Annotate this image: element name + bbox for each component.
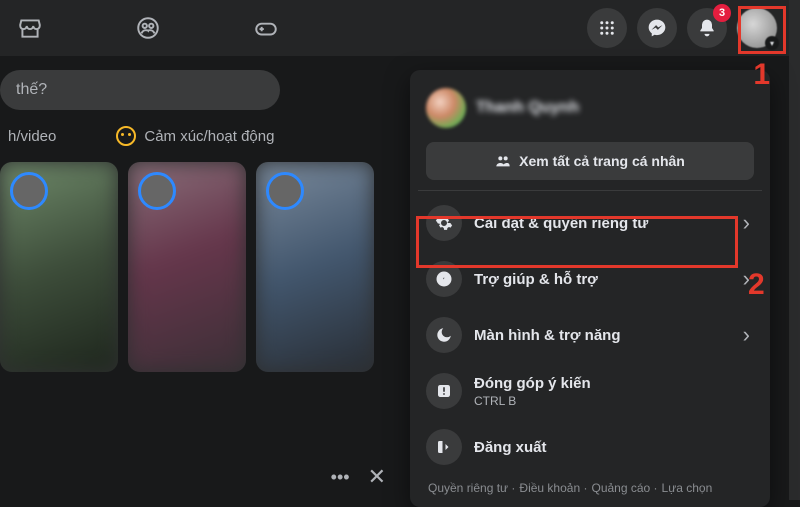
see-all-profiles-label: Xem tất cả trang cá nhân (519, 153, 685, 169)
composer-actions: h/video Cảm xúc/hoạt động (0, 110, 400, 162)
chevron-down-icon: ▾ (765, 36, 779, 50)
menu-grid-button[interactable] (587, 8, 627, 48)
feeling-activity-label: Cảm xúc/hoạt động (144, 128, 274, 145)
menu-help-support[interactable]: Trợ giúp & hỗ trợ › (418, 251, 762, 307)
menu-item-shortcut: CTRL B (474, 394, 591, 408)
story-avatar-ring (266, 172, 304, 210)
menu-settings-privacy[interactable]: Cài đặt & quyền riêng tư › (418, 195, 762, 251)
stories-row (0, 162, 400, 372)
topbar-right: 3 ▾ (587, 8, 777, 48)
chevron-right-icon: › (743, 266, 754, 292)
messenger-button[interactable] (637, 8, 677, 48)
dropdown-footer-links: Quyền riêng tư Điều khoản Quảng cáo Lựa … (418, 475, 762, 499)
divider (418, 190, 762, 191)
feed-left-area: thế? h/video Cảm xúc/hoạt động ••• ✕ (0, 56, 400, 500)
menu-item-label: Trợ giúp & hỗ trợ (474, 271, 598, 288)
story-card[interactable] (256, 162, 374, 372)
notification-badge: 3 (713, 4, 731, 22)
logout-icon (426, 429, 462, 465)
footer-link[interactable]: Quảng cáo (591, 481, 657, 495)
menu-display-accessibility[interactable]: Màn hình & trợ năng › (418, 307, 762, 363)
menu-item-label: Đăng xuất (474, 439, 547, 456)
story-avatar-ring (138, 172, 176, 210)
composer-input[interactable]: thế? (0, 70, 280, 110)
menu-item-text: Đóng góp ý kiến CTRL B (474, 375, 591, 408)
vertical-scrollbar[interactable] (789, 0, 800, 500)
chevron-right-icon: › (743, 322, 754, 348)
groups-tab-icon[interactable] (134, 14, 162, 42)
marketplace-tab-icon[interactable] (16, 14, 44, 42)
footer-link[interactable]: Quyền riêng tư (428, 481, 515, 495)
gaming-tab-icon[interactable] (252, 14, 280, 42)
menu-logout[interactable]: Đăng xuất (418, 419, 762, 475)
photo-video-action[interactable]: h/video (8, 126, 56, 146)
more-options-icon[interactable]: ••• (331, 467, 350, 488)
chevron-right-icon: › (743, 210, 754, 236)
story-viewer-controls: ••• ✕ (331, 464, 386, 490)
composer-placeholder: thế? (16, 81, 47, 99)
topbar: 3 ▾ (0, 0, 789, 56)
footer-link[interactable]: Lựa chọn (662, 481, 713, 495)
close-icon[interactable]: ✕ (368, 464, 386, 490)
feeling-activity-action[interactable]: Cảm xúc/hoạt động (116, 126, 274, 146)
account-dropdown: Thanh Quynh Xem tất cả trang cá nhân Cài… (410, 70, 770, 507)
people-switch-icon (495, 153, 511, 169)
story-avatar-ring (10, 172, 48, 210)
emoji-icon (116, 126, 136, 146)
story-card[interactable] (0, 162, 118, 372)
gear-icon (426, 205, 462, 241)
menu-item-label: Đóng góp ý kiến (474, 375, 591, 392)
menu-item-label: Cài đặt & quyền riêng tư (474, 215, 648, 232)
menu-give-feedback[interactable]: Đóng góp ý kiến CTRL B (418, 363, 762, 419)
help-icon (426, 261, 462, 297)
story-card[interactable] (128, 162, 246, 372)
photo-video-label: h/video (8, 128, 56, 145)
see-all-profiles-button[interactable]: Xem tất cả trang cá nhân (426, 142, 754, 180)
moon-icon (426, 317, 462, 353)
notifications-button[interactable]: 3 (687, 8, 727, 48)
profile-name: Thanh Quynh (476, 99, 579, 117)
feedback-icon (426, 373, 462, 409)
menu-item-label: Màn hình & trợ năng (474, 327, 620, 344)
profile-avatar (426, 88, 466, 128)
account-avatar-button[interactable]: ▾ (737, 8, 777, 48)
profile-row[interactable]: Thanh Quynh (418, 78, 762, 138)
topbar-center-tabs (12, 14, 280, 42)
footer-link[interactable]: Điều khoản (519, 481, 587, 495)
